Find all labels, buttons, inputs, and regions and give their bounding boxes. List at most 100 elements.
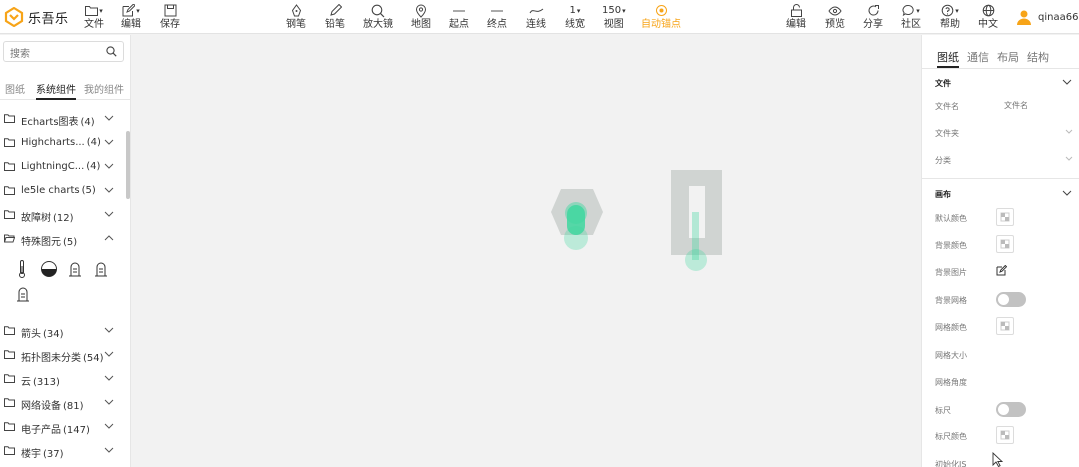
- file-section-header[interactable]: 文件: [922, 71, 1079, 95]
- default-color-row: 默认颜色: [922, 205, 1079, 229]
- canvas-svg: [551, 170, 722, 271]
- chevron-down-icon: [104, 187, 114, 193]
- chevron-down-icon: [104, 139, 114, 145]
- app-window: 乐吾乐 ▾ 文件 ▾ 编辑 保存 钢笔 铅笔 放大镜 地图 起点 终点 连线 1…: [0, 0, 1079, 467]
- tab-drawing[interactable]: 图纸: [937, 49, 959, 68]
- preview-button[interactable]: 预览: [825, 3, 845, 31]
- edit-icon: [122, 4, 136, 17]
- category-label: LightningC... (4): [21, 161, 101, 172]
- tab-layout[interactable]: 布局: [997, 49, 1019, 65]
- chevron-down-icon: [104, 351, 114, 357]
- folder-icon: [85, 6, 99, 16]
- magnifier-button[interactable]: 放大镜: [363, 3, 393, 31]
- save-icon: [164, 4, 176, 17]
- folder-icon: [4, 138, 15, 147]
- view-zoom-dropdown[interactable]: 150 ▾ 视图: [602, 3, 626, 31]
- help-menu-button[interactable]: ▾ 帮助: [940, 3, 960, 31]
- tab-drawings[interactable]: 图纸: [5, 81, 25, 96]
- tab-structure[interactable]: 结构: [1027, 49, 1049, 65]
- search-icon[interactable]: [106, 46, 117, 57]
- drawing-canvas[interactable]: [131, 35, 921, 467]
- folder-row[interactable]: 文件夹: [922, 120, 1079, 144]
- category-item[interactable]: 故障树 (12): [0, 203, 126, 227]
- folder-icon: [4, 114, 15, 123]
- canvas-section-header[interactable]: 画布: [922, 182, 1079, 206]
- share-button[interactable]: 分享: [863, 3, 883, 31]
- tank-level-icon[interactable]: [16, 286, 30, 302]
- category-item[interactable]: 箭头 (34): [0, 319, 126, 343]
- half-circle-gauge-icon[interactable]: [40, 261, 58, 277]
- background-image-row: 背景图片: [922, 259, 1079, 283]
- category-row[interactable]: 分类: [922, 147, 1079, 171]
- map-pin-icon: [415, 4, 427, 18]
- default-color-picker[interactable]: [996, 208, 1014, 226]
- tab-system-components[interactable]: 系统组件: [36, 81, 76, 100]
- globe-icon: [982, 4, 994, 17]
- category-label: 故障树 (12): [21, 213, 74, 224]
- checker-icon: [1000, 239, 1010, 249]
- category-item[interactable]: 楼宇 (37): [0, 439, 126, 463]
- left-scrollbar[interactable]: [126, 131, 130, 199]
- category-label: le5le charts (5): [21, 185, 96, 196]
- auto-anchor-button[interactable]: 自动锚点: [641, 3, 681, 31]
- line-width-dropdown[interactable]: 1 ▾ 线宽: [565, 3, 585, 31]
- category-item[interactable]: Echarts图表 (4): [0, 107, 126, 131]
- ruler-toggle[interactable]: [996, 402, 1026, 417]
- ruler-color-picker[interactable]: [996, 426, 1014, 444]
- edit-mode-button[interactable]: 编辑: [786, 3, 806, 31]
- chevron-down-icon: [104, 115, 114, 121]
- library-tabs: 图纸 系统组件 我的组件: [0, 75, 130, 100]
- search-input[interactable]: [4, 45, 99, 64]
- background-color-picker[interactable]: [996, 235, 1014, 253]
- top-toolbar: 乐吾乐 ▾ 文件 ▾ 编辑 保存 钢笔 铅笔 放大镜 地图 起点 终点 连线 1…: [0, 0, 1079, 34]
- category-item[interactable]: le5le charts (5): [0, 179, 126, 203]
- category-label: 箭头 (34): [21, 329, 64, 340]
- category-item[interactable]: Highcharts... (4): [0, 131, 126, 155]
- community-menu-button[interactable]: ▾ 社区: [901, 3, 921, 31]
- anchor-handle[interactable]: [685, 249, 707, 271]
- pencil-icon: [329, 4, 342, 16]
- category-item[interactable]: 特殊图元 (5): [0, 227, 126, 251]
- chevron-down-icon: [104, 163, 114, 169]
- curve-line-icon: [529, 8, 543, 13]
- tab-communication[interactable]: 通信: [967, 49, 989, 65]
- user-menu[interactable]: qinaa66: [1016, 9, 1078, 25]
- anchor-handle[interactable]: [564, 226, 588, 250]
- category-label: 楼宇 (37): [21, 449, 64, 460]
- file-menu-button[interactable]: ▾ 文件: [84, 3, 104, 31]
- logo[interactable]: 乐吾乐: [4, 7, 69, 27]
- grid-color-picker[interactable]: [996, 317, 1014, 335]
- start-point-button[interactable]: 起点: [449, 3, 469, 31]
- tank-level-icon[interactable]: [68, 261, 82, 277]
- background-grid-toggle[interactable]: [996, 292, 1026, 307]
- save-button[interactable]: 保存: [160, 3, 180, 31]
- edit-menu-button[interactable]: ▾ 编辑: [121, 3, 141, 31]
- category-item[interactable]: 网络设备 (81): [0, 391, 126, 415]
- tab-my-components[interactable]: 我的组件: [84, 81, 124, 96]
- chevron-down-icon: [1062, 190, 1072, 196]
- end-point-button[interactable]: 终点: [487, 3, 507, 31]
- pencil-tool-button[interactable]: 铅笔: [325, 3, 345, 31]
- chevron-down-icon: [104, 375, 114, 381]
- edit-icon[interactable]: [996, 265, 1007, 276]
- tank-level-icon[interactable]: [94, 261, 108, 277]
- component-library-panel: 图纸 系统组件 我的组件 Echarts图表(4) Highcharts...(4…: [0, 35, 131, 467]
- connect-line-button[interactable]: 连线: [526, 3, 546, 31]
- map-button[interactable]: 地图: [411, 3, 431, 31]
- chevron-down-icon: [104, 399, 114, 405]
- category-item[interactable]: 电子产品 (147): [0, 415, 126, 439]
- category-item[interactable]: 拓扑图未分类 (54): [0, 343, 126, 367]
- anchor-handle[interactable]: [565, 202, 587, 224]
- language-button[interactable]: 中文: [978, 3, 998, 31]
- eye-icon: [828, 5, 842, 16]
- file-name-input[interactable]: [994, 96, 1074, 114]
- username: qinaa66: [1038, 11, 1079, 23]
- thermometer-icon[interactable]: [18, 260, 26, 278]
- chevron-down-icon: [1062, 79, 1072, 85]
- category-item[interactable]: 云 (313): [0, 367, 126, 391]
- pen-tool-button[interactable]: 钢笔: [286, 3, 306, 31]
- category-item[interactable]: LightningC... (4): [0, 155, 126, 179]
- chevron-down-icon: [104, 447, 114, 453]
- checker-icon: [1000, 321, 1010, 331]
- chat-bubble-icon: [902, 4, 914, 17]
